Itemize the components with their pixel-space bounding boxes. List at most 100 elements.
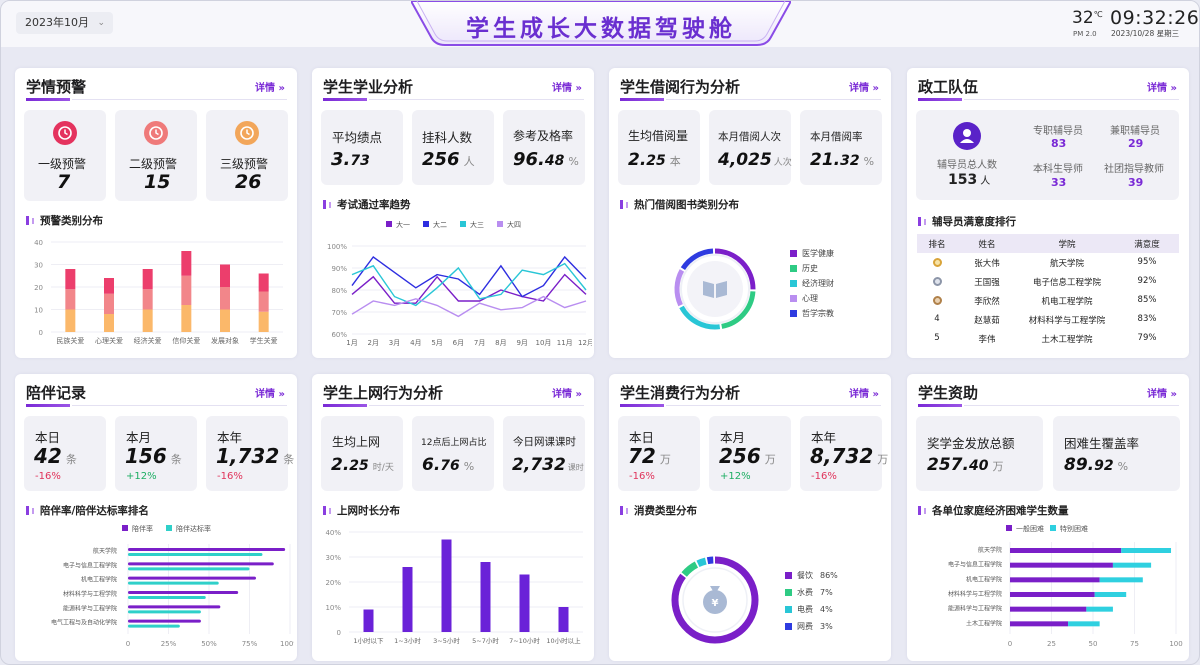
stat-fail-count[interactable]: 挂科人数 256 人	[412, 110, 494, 185]
bar	[441, 539, 452, 632]
card-borrow: 学生借阅行为分析 详情 » 生均借阅量 2.25 本 本月借阅人次 4,025 人次…	[609, 68, 891, 358]
y-tick-label: 航天学院	[978, 546, 1002, 554]
details-link[interactable]: 详情 »	[1147, 385, 1177, 400]
details-link[interactable]: 详情 »	[552, 79, 582, 94]
y-tick-label: 60%	[331, 331, 347, 339]
bar	[128, 610, 201, 614]
legend-swatch	[790, 265, 797, 272]
table-row[interactable]: 4 赵慧茹 材料科学与工程学院 83%	[917, 310, 1179, 329]
legend-label: 网费	[797, 621, 813, 631]
legend-swatch	[785, 606, 792, 613]
details-link[interactable]: 详情 »	[255, 79, 285, 94]
online-duration-chart: 0 10% 20% 30% 40% 1小时以下 1~3小时 3~5小时 5~7小时 7~10小时 1…	[325, 529, 583, 645]
month-selector[interactable]: 2023年10月 ⌄	[16, 12, 113, 34]
stat-month-borrow-count[interactable]: 本月借阅人次 4,025 人次	[709, 110, 792, 185]
stat-value: 42 条	[34, 444, 77, 468]
card-online: 学生上网行为分析 详情 » 生均上网 2.25 时/天 12点后上网占比 6.76…	[312, 374, 594, 661]
legend-swatch	[790, 250, 797, 257]
warning-level-2[interactable]: 二级预警 15	[115, 110, 197, 201]
money-bag-knot	[710, 586, 720, 591]
stat-coverage[interactable]: 困难生覆盖率 89.92%	[1053, 416, 1180, 491]
details-link[interactable]: 详情 »	[552, 385, 582, 400]
table-row[interactable]: 1 张大伟 航天学院 95%	[917, 253, 1179, 272]
stat-today[interactable]: 本日 42 条 -16%	[24, 416, 106, 491]
stat-scholarship[interactable]: 奖学金发放总额 257.40 万	[916, 416, 1043, 491]
bar	[128, 619, 201, 623]
chevron-down-icon: ⌄	[97, 18, 105, 28]
details-link[interactable]: 详情 »	[255, 385, 285, 400]
stat-avg-online[interactable]: 生均上网 2.25 时/天	[321, 416, 403, 491]
stat-value-dec: 25	[646, 153, 666, 169]
stat-value: 156 条	[125, 444, 182, 468]
stat-label: 12点后上网占比	[421, 438, 487, 448]
warning-level-value: 7	[57, 171, 71, 193]
bar-segment	[1010, 621, 1069, 627]
y-tick-label: 机电工程学院	[81, 576, 117, 584]
y-tick-label: 能源科学与工程学院	[63, 604, 117, 612]
stat-late-online[interactable]: 12点后上网占比 6.76%	[412, 416, 494, 491]
stat-online-class[interactable]: 今日网课课时 2,732 课时	[503, 416, 585, 491]
legend-swatch	[790, 310, 797, 317]
y-tick-label: 电气工程与及自动化学院	[51, 619, 117, 627]
section-heading-text: 考试通过率趋势	[337, 199, 411, 211]
y-tick-label: 90%	[331, 265, 347, 273]
stat-month-borrow-rate[interactable]: 本月借阅率 21.32%	[800, 110, 882, 185]
legend-value: 4%	[820, 605, 833, 614]
pie-slice	[696, 557, 707, 568]
bar-segment	[1010, 592, 1095, 597]
details-label: 详情	[1147, 389, 1168, 400]
bar-segment	[181, 275, 192, 305]
details-label: 详情	[255, 83, 276, 94]
table-row[interactable]: 3 李欣然 机电工程学院 85%	[917, 291, 1179, 310]
title-underline	[26, 404, 70, 407]
row-name: 王国强	[974, 278, 1000, 288]
stat-value-dec: 48	[544, 153, 565, 169]
details-link[interactable]: 详情 »	[1147, 79, 1177, 94]
stat-today[interactable]: 本日 72 万 -16%	[618, 416, 700, 491]
y-tick-label: 20	[34, 284, 43, 292]
stat-year[interactable]: 本年 1,732 条 -16%	[206, 416, 294, 491]
stat-unit: %	[863, 155, 875, 168]
section-heading-text: 预警类别分布	[40, 215, 103, 227]
title-rule	[72, 99, 287, 100]
warning-level-3[interactable]: 三级预警 26	[206, 110, 288, 201]
stat-pass-rate[interactable]: 参考及格率 96.48%	[503, 110, 585, 185]
bar-segment	[104, 314, 114, 332]
stat-gpa[interactable]: 平均绩点 3.73	[321, 110, 403, 185]
x-tick-label: 心理关爱	[95, 336, 123, 345]
stat-value-int: 2.	[331, 455, 350, 475]
consumption-type-ring-chart: ¥ 餐饮 86% 水费 7% 电费 4% 网费 3%	[671, 556, 838, 644]
row-name: 赵慧茹	[974, 316, 1000, 326]
row-rank: 4	[934, 314, 940, 324]
legend-swatch	[790, 295, 797, 302]
y-tick-label: 能源科学与工程学院	[948, 605, 1002, 613]
bar	[128, 605, 221, 609]
x-tick-label: 发展对象	[211, 336, 239, 345]
y-tick-label: 电子与信息工程学院	[948, 561, 1002, 569]
x-tick-label: 3月	[389, 339, 400, 347]
details-link[interactable]: 详情 »	[849, 79, 879, 94]
details-link[interactable]: 详情 »	[849, 385, 879, 400]
section-heading: 上网时长分布	[323, 503, 400, 518]
legend-label: 陪伴达标率	[176, 524, 211, 533]
section-heading-text: 消费类型分布	[634, 505, 697, 517]
stat-value-int: 6.	[422, 455, 441, 475]
bar	[128, 567, 250, 571]
table-header-cell: 姓名	[978, 240, 996, 250]
legend-swatch	[790, 280, 797, 287]
table-row[interactable]: 5 李伟 土木工程学院 79%	[917, 329, 1179, 348]
stat-value: 2,732 课时	[512, 455, 584, 475]
stat-value-int: 72	[628, 444, 656, 468]
warning-level-1[interactable]: 一级预警 7	[24, 110, 106, 201]
stat-value: 3.73	[331, 149, 370, 170]
table-row[interactable]: 2 王国强 电子信息工程学院 92%	[917, 272, 1179, 291]
stat-month[interactable]: 本月 156 条 +12%	[115, 416, 197, 491]
warning-level-label: 一级预警	[38, 157, 87, 171]
row-score: 92%	[1137, 276, 1157, 286]
stat-month[interactable]: 本月 256 万 +12%	[709, 416, 791, 491]
stat-value-int: 257.	[927, 455, 969, 475]
x-tick-label: 4月	[410, 339, 421, 347]
stat-year[interactable]: 本年 8,732 万 -16%	[800, 416, 888, 491]
stat-avg-borrow[interactable]: 生均借阅量 2.25 本	[618, 110, 700, 185]
title-rule	[666, 405, 881, 406]
